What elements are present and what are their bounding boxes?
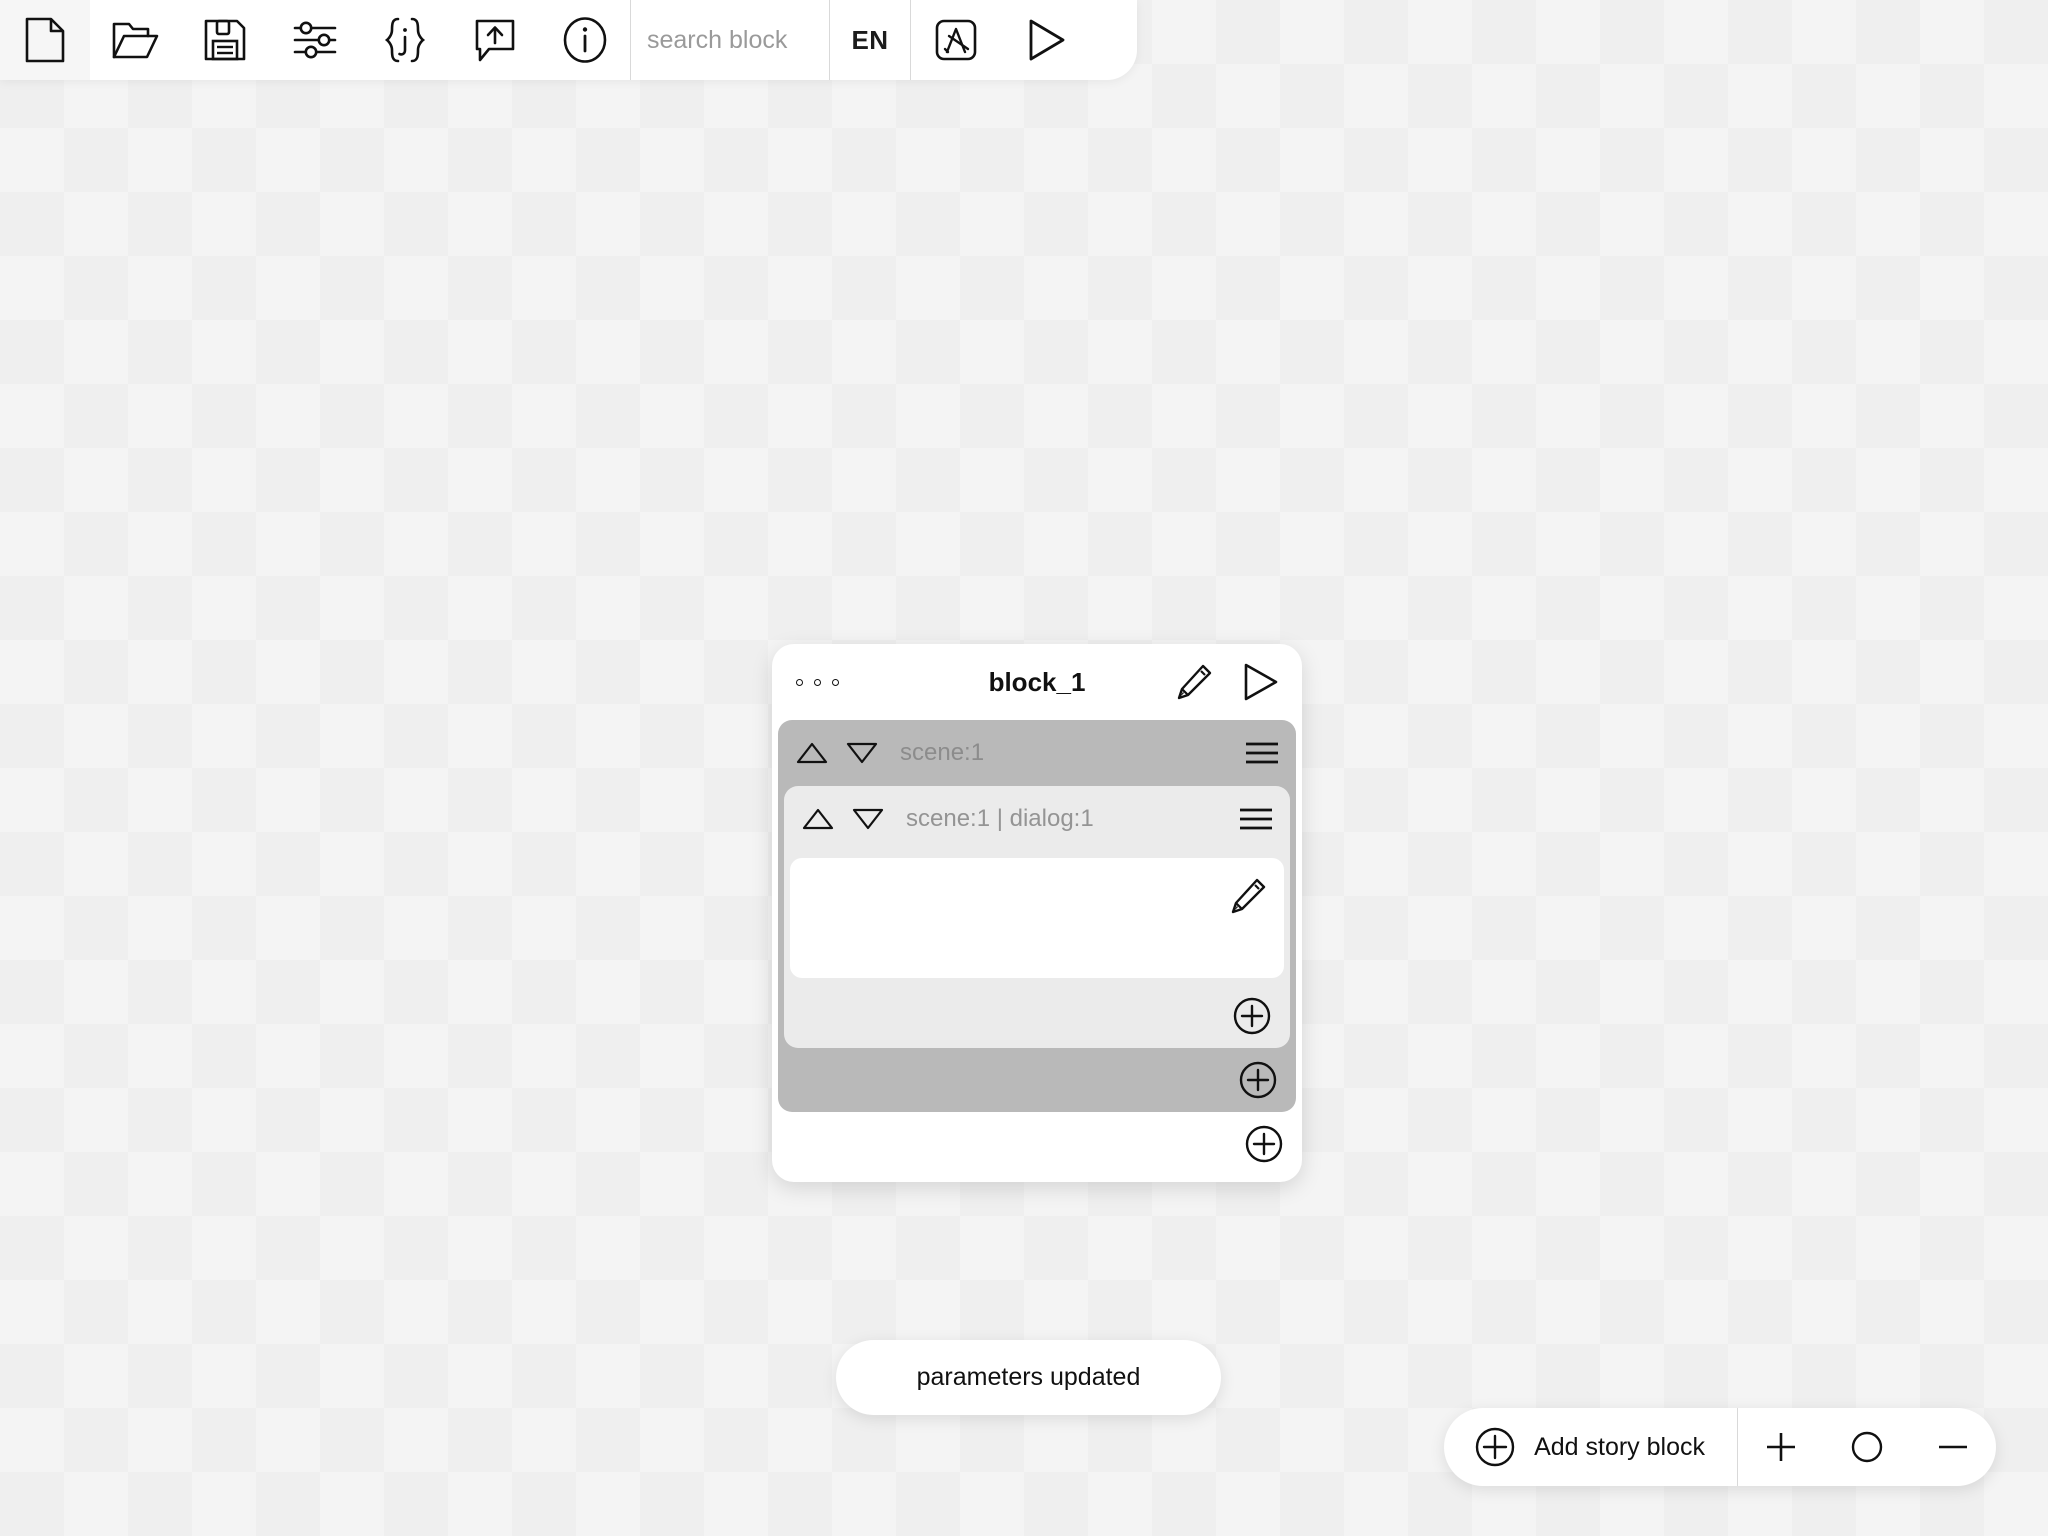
language-label: EN [851,24,889,55]
triangle-up-icon [801,807,835,831]
pencil-icon [1228,876,1268,916]
json-view-button[interactable] [360,0,450,80]
story-block-card[interactable]: block_1 scene:1 scene:1 | dialog:1 [772,644,1302,1182]
zoom-reset-button[interactable] [1824,1408,1910,1486]
pencil-icon [1174,662,1214,702]
triangle-down-icon [851,807,885,831]
settings-button[interactable] [270,0,360,80]
language-selector[interactable]: EN [830,0,910,80]
dialog-container[interactable]: scene:1 | dialog:1 [784,786,1290,1048]
json-braces-icon [383,16,427,64]
dialog-text-edit-button[interactable] [1224,872,1272,920]
open-file-button[interactable] [90,0,180,80]
folder-open-icon [111,19,159,61]
card-bottom-padding [772,1176,1302,1182]
plus-circle-icon [1232,996,1272,1036]
info-circle-icon [562,16,608,64]
block-run-button[interactable] [1234,656,1286,708]
block-edit-button[interactable] [1168,656,1220,708]
localization-button[interactable] [911,0,1001,80]
block-add-button[interactable] [1238,1118,1290,1170]
status-toast: parameters updated [836,1340,1221,1415]
plus-circle-icon [1238,1060,1278,1100]
scene-row[interactable]: scene:1 [778,720,1296,786]
scene-add-button[interactable] [1232,1054,1284,1106]
toolbar-right-padding [1091,0,1137,80]
scene-add-row [778,1048,1296,1112]
toolbar-action-group [911,0,1091,80]
plus-icon [1762,1428,1800,1466]
zoom-out-button[interactable] [1910,1408,1996,1486]
zoom-controls [1738,1408,1996,1486]
toast-message: parameters updated [916,1363,1141,1391]
block-header-actions [1168,656,1286,708]
dialog-add-row [784,984,1290,1048]
save-file-button[interactable] [180,0,270,80]
plus-circle-icon [1474,1426,1516,1468]
three-dots-icon-dot-1 [796,678,803,686]
export-button[interactable] [450,0,540,80]
block-header: block_1 [772,644,1302,720]
scene-move-down-button[interactable] [842,733,882,773]
block-add-row [772,1112,1302,1176]
triangle-down-icon [845,741,879,765]
search-block-field[interactable] [631,0,829,80]
top-toolbar: EN [0,0,1137,80]
three-dots-icon-dot-2 [814,678,821,686]
hamburger-icon [1237,805,1275,833]
minus-icon [1934,1428,1972,1466]
scene-move-up-button[interactable] [792,733,832,773]
dialog-reorder-controls [798,799,888,839]
circle-icon [1848,1428,1886,1466]
scene-container[interactable]: scene:1 scene:1 | dialog:1 [778,720,1296,1112]
export-bubble-icon [473,17,517,63]
dialog-move-down-button[interactable] [848,799,888,839]
three-dots-icon-dot-3 [832,678,839,686]
toolbar-file-group [0,0,630,80]
run-button[interactable] [1001,0,1091,80]
block-options-button[interactable] [792,671,843,694]
scene-reorder-controls [792,733,882,773]
add-story-block-button[interactable]: Add story block [1444,1408,1737,1486]
play-triangle-icon [1238,660,1282,704]
triangle-up-icon [795,741,829,765]
info-button[interactable] [540,0,630,80]
scene-label: scene:1 [900,739,985,766]
document-icon [25,17,65,63]
translate-box-icon [934,18,978,62]
dialog-text-area[interactable] [790,858,1284,978]
scene-menu-button[interactable] [1236,727,1288,779]
hamburger-icon [1243,739,1281,767]
sliders-icon [291,19,339,61]
floppy-disk-icon [203,18,247,62]
zoom-in-button[interactable] [1738,1408,1824,1486]
search-input[interactable] [647,25,813,55]
dialog-row[interactable]: scene:1 | dialog:1 [784,786,1290,852]
dialog-label: scene:1 | dialog:1 [906,805,1094,832]
dialog-move-up-button[interactable] [798,799,838,839]
add-story-block-label: Add story block [1534,1432,1705,1461]
dialog-menu-button[interactable] [1230,793,1282,845]
dialog-add-button[interactable] [1226,990,1278,1042]
play-triangle-icon [1023,16,1069,64]
plus-circle-icon [1244,1124,1284,1164]
bottom-toolbar: Add story block [1444,1408,1996,1486]
new-file-button[interactable] [0,0,90,80]
